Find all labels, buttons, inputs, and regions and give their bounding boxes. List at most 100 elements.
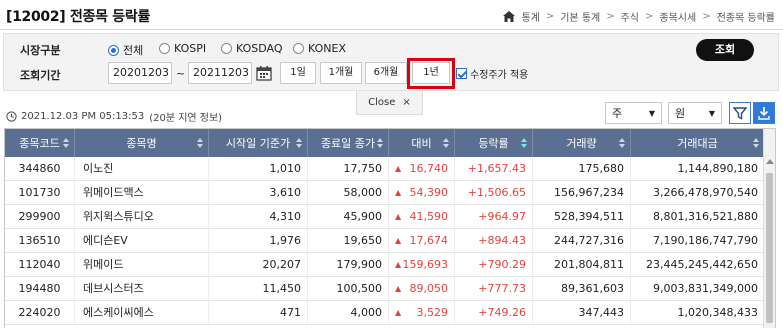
table-row[interactable]: 112040 위메이드 20,207 179,900 ▲ 159,693 +790.29 20…: [5, 253, 765, 277]
column-header-label: 종료일 종가: [320, 137, 376, 150]
breadcrumb-separator: >: [702, 11, 711, 22]
breadcrumb-item[interactable]: 주식: [621, 9, 639, 24]
cell-start-price: 471: [209, 301, 308, 325]
breadcrumb-separator: >: [545, 11, 555, 22]
cell-start-price: 3,610: [209, 181, 308, 205]
home-icon[interactable]: [503, 11, 516, 22]
scroll-up-icon[interactable]: [766, 159, 774, 164]
cell-stock-code: 224020: [5, 301, 75, 325]
sort-icon[interactable]: [63, 138, 69, 148]
filter-icon[interactable]: [729, 102, 751, 124]
cell-trade-value: 1,020,348,433: [631, 301, 765, 325]
scroll-thumb[interactable]: [766, 173, 773, 323]
column-header-label: 대비: [411, 137, 432, 150]
radio-selected-icon: [108, 44, 119, 56]
close-filter-button[interactable]: Close ×: [356, 91, 423, 115]
radio-label: KOSDAQ: [236, 42, 283, 55]
table-row[interactable]: 194480 데브시스터즈 11,450 100,500 ▲ 89,050 +777.73 8…: [5, 277, 765, 301]
column-header-label: 거래량: [566, 137, 597, 150]
download-icon[interactable]: [753, 102, 775, 124]
cell-stock-name: 위메이드: [75, 253, 209, 277]
cell-trade-value: 8,801,316,521,880: [631, 205, 765, 229]
column-header-change[interactable]: 대비: [389, 129, 455, 157]
cell-start-price: 1,010: [209, 157, 308, 181]
breadcrumb-separator: >: [606, 11, 615, 22]
timestamp-info: 2021.12.03 PM 05:13:53 (20분 지연 정보): [6, 109, 222, 124]
cell-change-rate: +964.97: [455, 205, 533, 229]
column-header-label: 등락률: [478, 137, 509, 150]
cell-stock-name: 위지윅스튜디오: [75, 205, 209, 229]
column-header-stock-name[interactable]: 종목명: [75, 129, 209, 157]
change-value: 41,590: [409, 210, 449, 223]
column-header-change-rate[interactable]: 등락률: [455, 129, 533, 157]
radio-market-kospi[interactable]: KOSPI: [159, 42, 206, 55]
column-header-start-price[interactable]: 시작일 기준가: [209, 129, 308, 157]
adjusted-price-checkbox[interactable]: 수정주가 적용: [456, 66, 528, 81]
period-1month-button[interactable]: 1개월: [320, 62, 362, 84]
sort-icon[interactable]: [521, 138, 527, 148]
radio-market-kosdaq[interactable]: KOSDAQ: [221, 42, 283, 55]
change-value: 54,390: [409, 186, 449, 199]
radio-market-all[interactable]: 전체: [108, 42, 143, 58]
sort-icon[interactable]: [377, 138, 383, 148]
share-unit-select[interactable]: 주 ▼: [605, 102, 662, 124]
table-row[interactable]: 299900 위지윅스튜디오 4,310 45,900 ▲ 41,590 +964.97 52…: [5, 205, 765, 229]
period-6month-button[interactable]: 6개월: [365, 62, 407, 84]
up-triangle-icon: ▲: [395, 188, 402, 197]
search-button[interactable]: 조회: [696, 39, 754, 61]
cell-volume: 175,680: [533, 157, 631, 181]
radio-market-konex[interactable]: KONEX: [293, 42, 346, 55]
column-header-trade-value[interactable]: 거래대금: [631, 129, 765, 157]
column-header-end-price[interactable]: 종료일 종가: [308, 129, 389, 157]
sort-icon[interactable]: [296, 138, 302, 148]
breadcrumb-item[interactable]: 종목시세: [659, 9, 696, 24]
currency-unit-select[interactable]: 원 ▼: [668, 102, 722, 124]
column-header-label: 시작일 기준가: [225, 137, 291, 150]
cell-end-price: 179,900: [308, 253, 389, 277]
end-date-input[interactable]: 20211203: [188, 62, 252, 84]
highlight-box: [407, 58, 455, 89]
calendar-icon[interactable]: [256, 65, 272, 81]
change-value: 89,050: [409, 282, 449, 295]
cell-change-rate: +894.43: [455, 229, 533, 253]
cell-start-price: 1,976: [209, 229, 308, 253]
table-row[interactable]: 344860 이노진 1,010 17,750 ▲ 16,740 +1,657.43 175,…: [5, 157, 765, 181]
radio-icon: [293, 43, 304, 54]
cell-volume: 347,443: [533, 301, 631, 325]
dropdown-arrow-icon: ▼: [708, 108, 715, 118]
up-triangle-icon: ▲: [395, 284, 402, 293]
breadcrumb-item[interactable]: 기본 통계: [560, 9, 600, 24]
breadcrumb-item[interactable]: 전종목 등락률: [717, 9, 775, 24]
change-value: 159,693: [402, 258, 449, 271]
change-value: 3,529: [416, 306, 449, 319]
period-1day-button[interactable]: 1일: [280, 62, 316, 84]
cell-change: ▲ 89,050: [389, 277, 455, 301]
market-label: 시장구분: [20, 44, 61, 57]
breadcrumb-item[interactable]: 통계: [521, 9, 539, 24]
cell-stock-code: 101730: [5, 181, 75, 205]
vertical-scrollbar[interactable]: [763, 129, 775, 328]
sort-icon[interactable]: [619, 138, 625, 148]
column-header-volume[interactable]: 거래량: [533, 129, 631, 157]
sort-icon[interactable]: [443, 138, 449, 148]
cell-start-price: 20,207: [209, 253, 308, 277]
column-header-stock-code[interactable]: 종목코드: [5, 129, 75, 157]
table-row[interactable]: 101730 위메이드맥스 3,610 58,000 ▲ 54,390 +1,506.65 1…: [5, 181, 765, 205]
cell-change: ▲ 16,740: [389, 157, 455, 181]
cell-volume: 156,967,234: [533, 181, 631, 205]
radio-icon: [221, 43, 232, 54]
cell-change: ▲ 3,529: [389, 301, 455, 325]
cell-change: ▲ 41,590: [389, 205, 455, 229]
start-date-input[interactable]: 20201203: [108, 62, 172, 84]
change-value: 16,740: [409, 162, 449, 175]
change-value: 17,674: [409, 234, 449, 247]
radio-label: KOSPI: [174, 42, 207, 55]
table-row[interactable]: 136510 에디슨EV 1,976 19,650 ▲ 17,674 +894.43 244,…: [5, 229, 765, 253]
radio-label: KONEX: [308, 42, 346, 55]
cell-volume: 244,727,316: [533, 229, 631, 253]
cell-trade-value: 3,266,478,970,540: [631, 181, 765, 205]
cell-stock-name: 데브시스터즈: [75, 277, 209, 301]
table-row[interactable]: 224020 에스케이씨에스 471 4,000 ▲ 3,529 +749.26 347,44…: [5, 301, 765, 325]
sort-icon[interactable]: [753, 138, 759, 148]
sort-icon[interactable]: [197, 138, 203, 148]
